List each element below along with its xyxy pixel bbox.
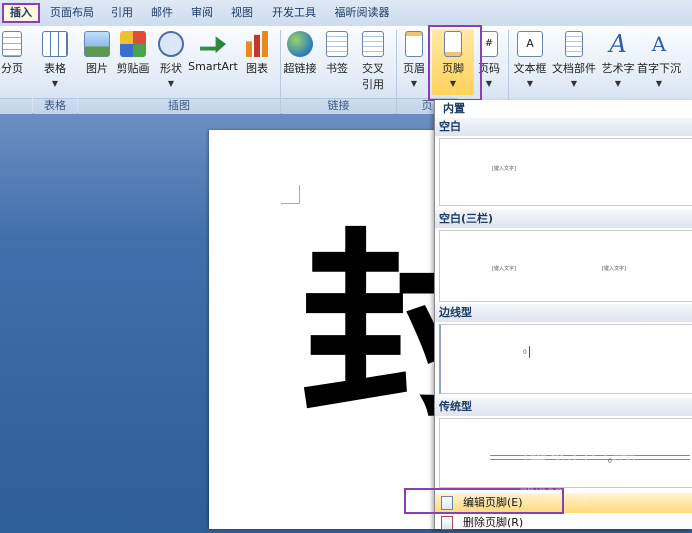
hyperlink-icon <box>287 31 313 57</box>
page-break-label: 分页 <box>1 62 23 75</box>
remove-footer-label: 删除页脚(R) <box>463 516 524 529</box>
watermark-url: zhinan.sogou.com <box>520 485 639 500</box>
remove-footer-icon <box>441 516 453 530</box>
chart-icon <box>244 31 270 57</box>
chevron-down-icon: ▼ <box>167 79 175 88</box>
chevron-down-icon: ▼ <box>51 79 59 88</box>
chevron-down-icon: ▼ <box>614 79 622 88</box>
quick-parts-label: 文档部件 <box>552 62 596 75</box>
group-links-label: 链接 <box>281 98 396 114</box>
wordart-button[interactable]: A 艺术字 ▼ <box>600 29 636 95</box>
remove-footer-menu-item[interactable]: 删除页脚(R) <box>435 513 692 533</box>
quick-parts-icon <box>565 31 583 57</box>
shapes-icon <box>158 31 184 57</box>
cross-reference-label-2: 引用 <box>362 78 384 91</box>
group-table-label: 表格 <box>33 98 77 114</box>
page-break-button[interactable]: 分页 <box>0 29 24 95</box>
tab-developer[interactable]: 开发工具 <box>264 3 324 23</box>
margin-corner-mark <box>281 185 300 204</box>
dropcap-icon: A <box>651 32 667 56</box>
bookmark-button[interactable]: 书签 <box>322 29 352 95</box>
bookmark-icon <box>326 31 348 57</box>
shapes-button[interactable]: 形状 ▼ <box>156 29 186 95</box>
footer-option-blank[interactable]: [键入文字] <box>439 138 692 206</box>
tab-foxit-reader[interactable]: 福昕阅读器 <box>328 3 396 23</box>
footer-option-blank-three-columns[interactable]: [键入文字] [键入文字] <box>439 230 692 302</box>
dropcap-label: 首字下沉 <box>637 62 681 75</box>
table-label: 表格 <box>44 62 66 75</box>
tab-view[interactable]: 视图 <box>224 3 260 23</box>
picture-icon <box>84 31 110 57</box>
picture-label: 图片 <box>86 62 108 75</box>
bookmark-label: 书签 <box>326 62 348 75</box>
textbox-label: 文本框 <box>513 62 547 75</box>
shapes-label: 形状 <box>160 62 182 75</box>
cross-reference-icon <box>362 31 384 57</box>
gallery-item-title: 传统型 <box>435 398 692 416</box>
chart-label: 图表 <box>246 62 268 75</box>
clipart-icon <box>120 31 146 57</box>
page-break-icon <box>2 31 22 57</box>
chevron-down-icon: ▼ <box>570 79 578 88</box>
footer-button-highlight <box>428 25 482 101</box>
header-icon <box>405 31 423 57</box>
gallery-item-title: 边线型 <box>435 304 692 322</box>
tab-page-layout[interactable]: 页面布局 <box>44 3 100 23</box>
footer-option-sideline[interactable]: 0 <box>439 324 692 394</box>
hyperlink-label: 超链接 <box>283 62 317 75</box>
chevron-down-icon: ▼ <box>655 79 663 88</box>
hyperlink-button[interactable]: 超链接 <box>282 29 318 95</box>
gallery-item-title: 空白(三栏) <box>435 210 692 228</box>
tab-references[interactable]: 引用 <box>104 3 140 23</box>
document-text: 封 <box>300 218 436 438</box>
textbox-icon: A <box>517 31 543 57</box>
page-number-icon: # <box>480 31 498 57</box>
textbox-button[interactable]: A 文本框 ▼ <box>512 29 548 95</box>
smartart-label: SmartArt <box>188 60 238 73</box>
gallery-section-builtin: 内置 <box>435 100 692 118</box>
cursor-line <box>529 346 530 358</box>
quick-parts-button[interactable]: 文档部件 ▼ <box>550 29 598 95</box>
group-illustrations-label: 插图 <box>78 98 280 114</box>
dropcap-button[interactable]: A 首字下沉 ▼ <box>636 29 682 95</box>
placeholder-text: 0 <box>523 349 527 356</box>
tab-review[interactable]: 审阅 <box>184 3 220 23</box>
smartart-icon <box>200 36 226 54</box>
clipart-label: 剪贴画 <box>116 62 150 75</box>
group-pages-label <box>0 98 32 114</box>
placeholder-text: [键入文字] <box>602 266 626 272</box>
gallery-item-title: 空白 <box>435 118 692 136</box>
chart-button[interactable]: 图表 <box>242 29 272 95</box>
tab-mailings[interactable]: 邮件 <box>144 3 180 23</box>
cross-reference-button[interactable]: 交叉 引用 <box>356 29 390 95</box>
ribbon-tab-bar: 插入 页面布局 引用 邮件 审阅 视图 开发工具 福昕阅读器 <box>0 0 692 27</box>
table-icon <box>42 31 68 57</box>
wordart-label: 艺术字 <box>601 62 635 75</box>
clipart-button[interactable]: 剪贴画 <box>114 29 152 95</box>
header-button[interactable]: 页眉 ▼ <box>400 29 428 95</box>
placeholder-text: [键入文字] <box>492 166 516 172</box>
chevron-down-icon: ▼ <box>526 79 534 88</box>
cross-reference-label-1: 交叉 <box>362 62 384 75</box>
chevron-down-icon: ▼ <box>410 79 418 88</box>
tab-insert[interactable]: 插入 <box>2 3 40 23</box>
wordart-icon: A <box>609 30 627 58</box>
watermark-logo-text: 搜狗指南 <box>520 445 641 478</box>
table-button[interactable]: 表格 ▼ <box>38 29 72 95</box>
placeholder-text: [键入文字] <box>492 266 516 272</box>
chevron-down-icon: ▼ <box>485 79 493 88</box>
header-label: 页眉 <box>403 62 425 75</box>
smartart-button[interactable]: SmartArt <box>188 29 238 95</box>
picture-button[interactable]: 图片 <box>82 29 112 95</box>
